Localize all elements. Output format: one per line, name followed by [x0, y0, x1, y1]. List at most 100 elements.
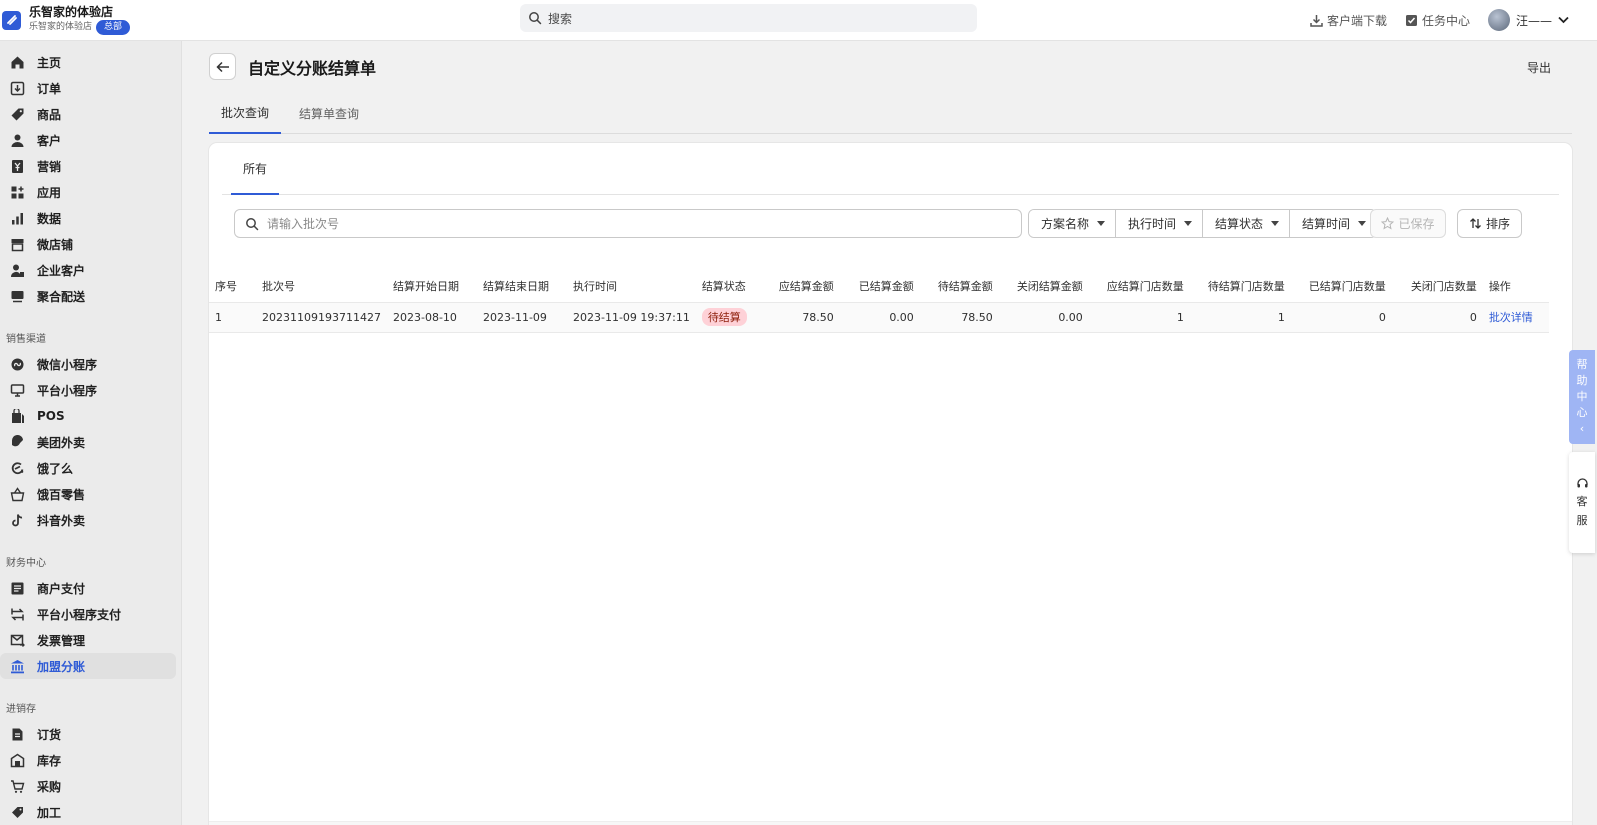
sidebar-item-wechat-mini[interactable]: 微信小程序: [0, 351, 176, 377]
sidebar-item-transfer[interactable]: 平台小程序支付: [0, 601, 176, 627]
sidebar: 主页 订单 商品 客户 营销 应用 数据 微店铺 企业客户 聚合配送 销售渠道 微信小程序 平台小程…: [0, 41, 182, 825]
help-center-tab[interactable]: 帮助中心 ‹: [1569, 350, 1595, 444]
cell-value: 0.00: [1058, 310, 1083, 324]
column-header[interactable]: 关闭结算金额: [999, 271, 1089, 302]
column-header[interactable]: 已结算门店数量: [1291, 271, 1392, 302]
tab-statement-query[interactable]: 结算单查询: [287, 93, 371, 134]
avatar: [1487, 9, 1510, 31]
column-header[interactable]: 执行时间: [567, 271, 696, 302]
tag-icon: [10, 107, 25, 122]
results-card: 所有 方案名称 执行时间 结算状态 结算时间 已保存 排序: [209, 143, 1572, 825]
sidebar-item-apps[interactable]: 应用: [0, 179, 176, 205]
sidebar-item-basket[interactable]: 饿百零售: [0, 481, 176, 507]
sidebar-item-process[interactable]: 加工: [0, 799, 176, 825]
back-button[interactable]: [209, 53, 236, 80]
sidebar-item-label: 微信小程序: [37, 357, 98, 372]
filter-settle-status-label: 结算状态: [1215, 217, 1264, 231]
column-header[interactable]: 关闭门店数量: [1392, 271, 1483, 302]
column-header[interactable]: 批次号: [256, 271, 387, 302]
global-search-placeholder: 搜索: [548, 11, 573, 26]
tab-batch-query[interactable]: 批次查询: [209, 93, 282, 134]
column-header[interactable]: 已结算金额: [840, 271, 920, 302]
sidebar-item-label: 平台小程序支付: [37, 607, 122, 622]
column-header[interactable]: 序号: [209, 271, 256, 302]
order-icon: [10, 81, 25, 96]
sidebar-item-store[interactable]: 微店铺: [0, 231, 176, 257]
cell-end: 2023-11-09: [476, 301, 567, 333]
merchant-pay-icon: [10, 581, 25, 596]
column-header[interactable]: 应结算门店数量: [1089, 271, 1190, 302]
cell-start: 2023-08-10: [386, 301, 477, 333]
sidebar-item-delivery[interactable]: 聚合配送: [0, 283, 176, 309]
cell-due-stores: 1: [1088, 301, 1190, 333]
column-header[interactable]: 结算状态: [696, 271, 764, 302]
column-header[interactable]: 操作: [1483, 271, 1549, 302]
main-content: 自定义分账结算单 导出 批次查询 结算单查询 所有 方案名称 执行时间 结算状态…: [182, 41, 1597, 825]
filter-plan-name[interactable]: 方案名称: [1029, 210, 1117, 237]
home-icon: [10, 55, 25, 70]
sidebar-item-document[interactable]: 订货: [0, 721, 176, 747]
user-menu[interactable]: 汪——: [1487, 9, 1569, 31]
column-header[interactable]: 结算结束日期: [477, 271, 567, 302]
sidebar-item-meituan[interactable]: 美团外卖: [0, 429, 176, 455]
filter-exec-time-label: 执行时间: [1128, 217, 1177, 231]
table-row[interactable]: 1 20231109193711427 2023-08-10 2023-11-09 20…: [209, 301, 1549, 333]
cell-status: 待结算: [695, 301, 764, 333]
sidebar-item-yen[interactable]: 营销: [0, 153, 176, 179]
sidebar-item-merchant-pay[interactable]: 商户支付: [0, 575, 176, 601]
filter-settle-status[interactable]: 结算状态: [1203, 210, 1291, 237]
sidebar-item-order[interactable]: 订单: [0, 75, 176, 101]
customer-service-char: 客: [1576, 495, 1588, 508]
cell-value: 0: [1469, 310, 1477, 324]
caret-down-icon: [1271, 221, 1280, 226]
sidebar-item-label: 企业客户: [37, 263, 86, 278]
sidebar-item-label: 发票管理: [37, 633, 86, 648]
task-center-link[interactable]: 任务中心: [1405, 12, 1470, 29]
view-tab-all[interactable]: 所有: [231, 143, 280, 195]
sidebar-item-person[interactable]: 客户: [0, 127, 176, 153]
warehouse-icon: [10, 753, 25, 768]
sidebar-item-platform-mini[interactable]: 平台小程序: [0, 377, 176, 403]
client-download-link[interactable]: 客户端下载: [1310, 12, 1387, 29]
sidebar-item-label: 营销: [37, 159, 62, 174]
column-header[interactable]: 结算开始日期: [387, 271, 477, 302]
horizontal-scrollbar[interactable]: [209, 821, 1572, 825]
status-badge: 待结算: [701, 308, 747, 326]
basket-icon: [10, 486, 25, 502]
customer-service-tab[interactable]: 客服: [1569, 452, 1595, 553]
sidebar-item-home[interactable]: 主页: [0, 49, 176, 75]
sidebar-item-cart[interactable]: 采购: [0, 773, 176, 799]
sidebar-item-tag[interactable]: 商品: [0, 101, 176, 127]
document-icon: [10, 727, 25, 742]
cart-icon: [10, 779, 25, 794]
column-header[interactable]: 待结算金额: [920, 271, 999, 302]
delivery-icon: [10, 289, 25, 304]
batch-detail-link[interactable]: 批次详情: [1489, 311, 1533, 324]
sidebar-item-enterprise[interactable]: 企业客户: [0, 257, 176, 283]
client-download-label: 客户端下载: [1326, 13, 1387, 28]
sidebar-item-pos[interactable]: POS: [0, 403, 176, 429]
batch-search-input[interactable]: [267, 216, 1007, 231]
eleme-icon: [10, 461, 25, 476]
sidebar-item-tiktok[interactable]: 抖音外卖: [0, 507, 176, 533]
sidebar-item-eleme[interactable]: 饿了么: [0, 455, 176, 481]
sidebar-item-label: 库存: [37, 753, 62, 768]
group-title-inventory: 进销存: [6, 704, 36, 715]
sidebar-item-invoice[interactable]: 发票管理: [0, 627, 176, 653]
brand[interactable]: 乐智家的体验店 乐智家的体验店 总部: [0, 0, 180, 40]
sidebar-item-bank[interactable]: 加盟分账: [0, 653, 176, 679]
sort-button[interactable]: 排序: [1457, 209, 1522, 238]
filter-settle-time[interactable]: 结算时间: [1290, 210, 1377, 237]
sidebar-item-bar-chart[interactable]: 数据: [0, 205, 176, 231]
global-search[interactable]: 搜索: [520, 4, 977, 32]
column-header[interactable]: 应结算金额: [764, 271, 840, 302]
export-button[interactable]: 导出: [1527, 59, 1551, 76]
sidebar-item-label: 应用: [37, 185, 62, 200]
sidebar-item-warehouse[interactable]: 库存: [0, 747, 176, 773]
filter-exec-time[interactable]: 执行时间: [1116, 210, 1204, 237]
apps-icon: [10, 185, 25, 200]
saved-button[interactable]: 已保存: [1370, 209, 1446, 238]
column-header[interactable]: 待结算门店数量: [1190, 271, 1291, 302]
sidebar-item-label: 客户: [37, 133, 62, 148]
caret-down-icon: [1097, 221, 1106, 226]
